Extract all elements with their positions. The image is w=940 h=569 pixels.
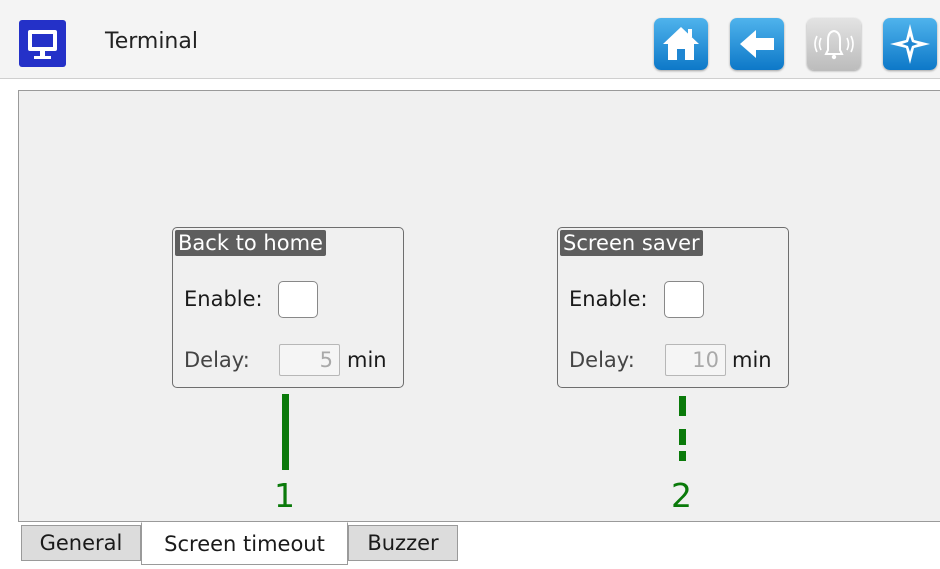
- home-button[interactable]: [654, 18, 708, 70]
- callout-number-1: 1: [274, 476, 295, 515]
- back-to-home-delay-field[interactable]: 5: [279, 344, 340, 376]
- monitor-icon: [19, 20, 66, 67]
- navigation-button[interactable]: [883, 18, 937, 70]
- callout-line-2-dash: [679, 396, 686, 416]
- bell-icon: [814, 29, 854, 60]
- alarm-button[interactable]: [807, 18, 861, 70]
- delay-unit-label: min: [732, 348, 772, 372]
- enable-label: Enable:: [569, 287, 648, 311]
- delay-unit-label: min: [347, 348, 387, 372]
- tab-buzzer[interactable]: Buzzer: [348, 525, 458, 561]
- group-title: Screen saver: [560, 230, 703, 256]
- screen-saver-enable-checkbox[interactable]: [664, 281, 704, 318]
- callout-number-2: 2: [671, 476, 692, 515]
- callout-line-2-dash: [679, 451, 686, 461]
- back-arrow-icon: [740, 30, 774, 58]
- home-icon: [663, 27, 699, 60]
- compass-icon: [890, 24, 930, 64]
- delay-label: Delay:: [569, 348, 635, 372]
- tab-general[interactable]: General: [21, 525, 141, 561]
- group-title: Back to home: [175, 230, 326, 256]
- callout-line-2-dash: [679, 429, 686, 445]
- back-button[interactable]: [730, 18, 784, 70]
- page-title: Terminal: [105, 29, 198, 54]
- tab-screen-timeout[interactable]: Screen timeout: [141, 522, 348, 565]
- delay-label: Delay:: [184, 348, 250, 372]
- callout-line-1: [282, 394, 289, 470]
- screen-saver-group: Screen saver Enable: Delay: 10 min: [557, 227, 789, 388]
- back-to-home-group: Back to home Enable: Delay: 5 min: [172, 227, 404, 388]
- screen-saver-delay-field[interactable]: 10: [665, 344, 726, 376]
- back-to-home-enable-checkbox[interactable]: [278, 281, 318, 318]
- enable-label: Enable:: [184, 287, 263, 311]
- title-bar: Terminal: [0, 0, 940, 79]
- settings-panel: Back to home Enable: Delay: 5 min Screen…: [18, 90, 940, 522]
